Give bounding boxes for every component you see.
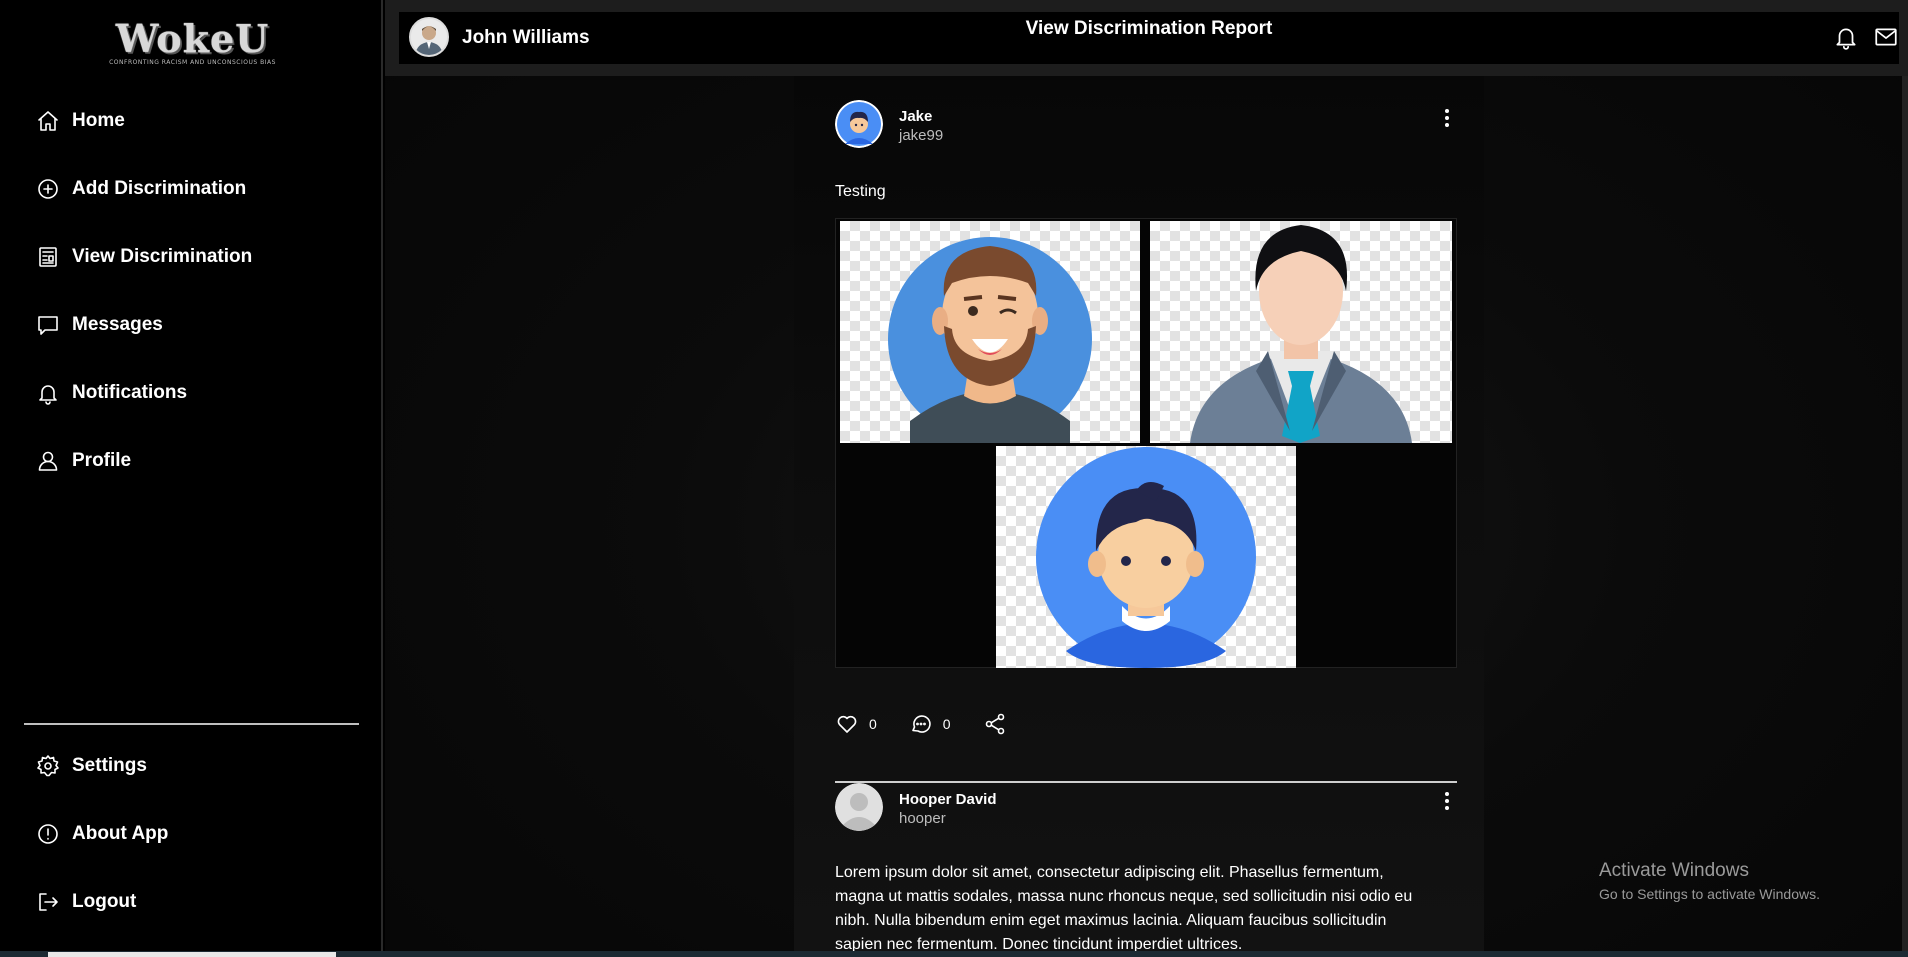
sidebar-item-label: About App (72, 823, 169, 844)
sidebar-item-label: Add Discrimination (72, 178, 247, 199)
sidebar-item-profile[interactable]: Profile (36, 446, 131, 476)
bell-icon (39, 385, 57, 405)
post-avatar[interactable] (835, 100, 883, 148)
gear-icon (37, 755, 59, 777)
post-card: Jake jake99 Testing 0 0 (835, 100, 1457, 790)
post-image[interactable] (840, 221, 1140, 443)
newspaper-icon (39, 247, 57, 267)
sidebar-item-label: Messages (72, 314, 163, 335)
page-title: View Discrimination Report (1025, 18, 1273, 39)
bell-icon[interactable] (1833, 24, 1859, 50)
home-icon (38, 111, 58, 131)
post-image[interactable] (1150, 221, 1452, 443)
watermark-title: Activate Windows (1599, 860, 1749, 881)
info-icon (38, 824, 58, 844)
sidebar-item-view-discrimination[interactable]: View Discrimination (36, 242, 252, 272)
sidebar-item-label: Profile (72, 450, 132, 471)
default-user-icon (835, 783, 883, 831)
sidebar-item-messages[interactable]: Messages (36, 310, 163, 340)
post-actions: 0 0 (835, 712, 1039, 736)
sidebar-item-about-app[interactable]: About App (36, 819, 168, 849)
comment-icon (911, 715, 931, 733)
post-text-line: nibh. Nulla bibendum enim eget maximus l… (835, 912, 1387, 929)
header-actions (1833, 24, 1899, 50)
mail-icon[interactable] (1873, 24, 1899, 50)
more-options-icon[interactable] (1439, 789, 1455, 815)
sidebar: WokeU CONFRONTING RACISM AND UNCONSCIOUS… (0, 0, 383, 957)
watermark-subtitle: Go to Settings to activate Windows. (1599, 886, 1820, 902)
post-text: Testing (835, 183, 886, 200)
sidebar-item-label: Settings (72, 755, 147, 776)
sidebar-item-label: Notifications (72, 382, 188, 403)
scrollbar-thumb[interactable] (48, 952, 336, 957)
post-text-line: Lorem ipsum dolor sit amet, consectetur … (835, 864, 1384, 881)
plus-circle-icon (38, 179, 58, 199)
post-avatar[interactable] (835, 783, 883, 831)
sidebar-item-home[interactable]: Home (36, 106, 125, 136)
sidebar-item-add-discrimination[interactable]: Add Discrimination (36, 174, 246, 204)
post-feed: Jake jake99 Testing 0 0 Hooper David hoo… (794, 76, 1484, 953)
post-card: Hooper David hooper Lorem ipsum dolor si… (835, 783, 1457, 953)
post-image[interactable] (996, 446, 1296, 668)
avatar-boy-icon (1036, 447, 1256, 668)
header: John Williams View Discrimination Report (385, 0, 1908, 76)
sidebar-item-label: View Discrimination (72, 246, 253, 267)
user-icon (38, 451, 58, 471)
sidebar-divider (24, 723, 359, 725)
logo-tagline: CONFRONTING RACISM AND UNCONSCIOUS BIAS (109, 59, 276, 66)
app-logo[interactable]: WokeU CONFRONTING RACISM AND UNCONSCIOUS… (100, 16, 285, 67)
like-count: 0 (869, 716, 877, 732)
sidebar-item-notifications[interactable]: Notifications (36, 378, 187, 408)
avatar-boy-icon (835, 100, 883, 148)
comment-button[interactable]: 0 (909, 712, 951, 736)
sidebar-item-label: Home (72, 110, 125, 131)
avatar-bearded-man-icon (888, 237, 1092, 443)
avatar-businessman-icon (1190, 225, 1412, 443)
post-text: Lorem ipsum dolor sit amet, consectetur … (835, 861, 1475, 957)
post-text-line: magna ut mattis sodales, massa nunc rhon… (835, 888, 1413, 905)
logo-text: WokeU (115, 16, 270, 61)
like-button[interactable]: 0 (835, 712, 877, 736)
share-icon (985, 713, 1004, 735)
post-author-name: Hooper David (899, 791, 997, 808)
windows-activation-watermark: Activate Windows Go to Settings to activ… (1599, 860, 1820, 902)
comment-count: 0 (942, 716, 951, 732)
sidebar-item-label: Logout (72, 891, 137, 912)
sidebar-item-settings[interactable]: Settings (36, 751, 147, 781)
heart-icon (837, 715, 857, 733)
sidebar-item-logout[interactable]: Logout (36, 887, 136, 917)
message-icon (38, 316, 58, 335)
vertical-scrollbar[interactable] (1902, 76, 1908, 951)
main-content: John Williams View Discrimination Report (385, 0, 1908, 957)
post-author-handle: jake99 (899, 127, 944, 144)
logout-icon (39, 893, 58, 911)
post-author-handle: hooper (899, 810, 946, 827)
header-bar: John Williams View Discrimination Report (399, 12, 1899, 64)
share-button[interactable] (983, 712, 1007, 736)
post-author-name: Jake (899, 108, 933, 125)
more-options-icon[interactable] (1439, 106, 1455, 132)
